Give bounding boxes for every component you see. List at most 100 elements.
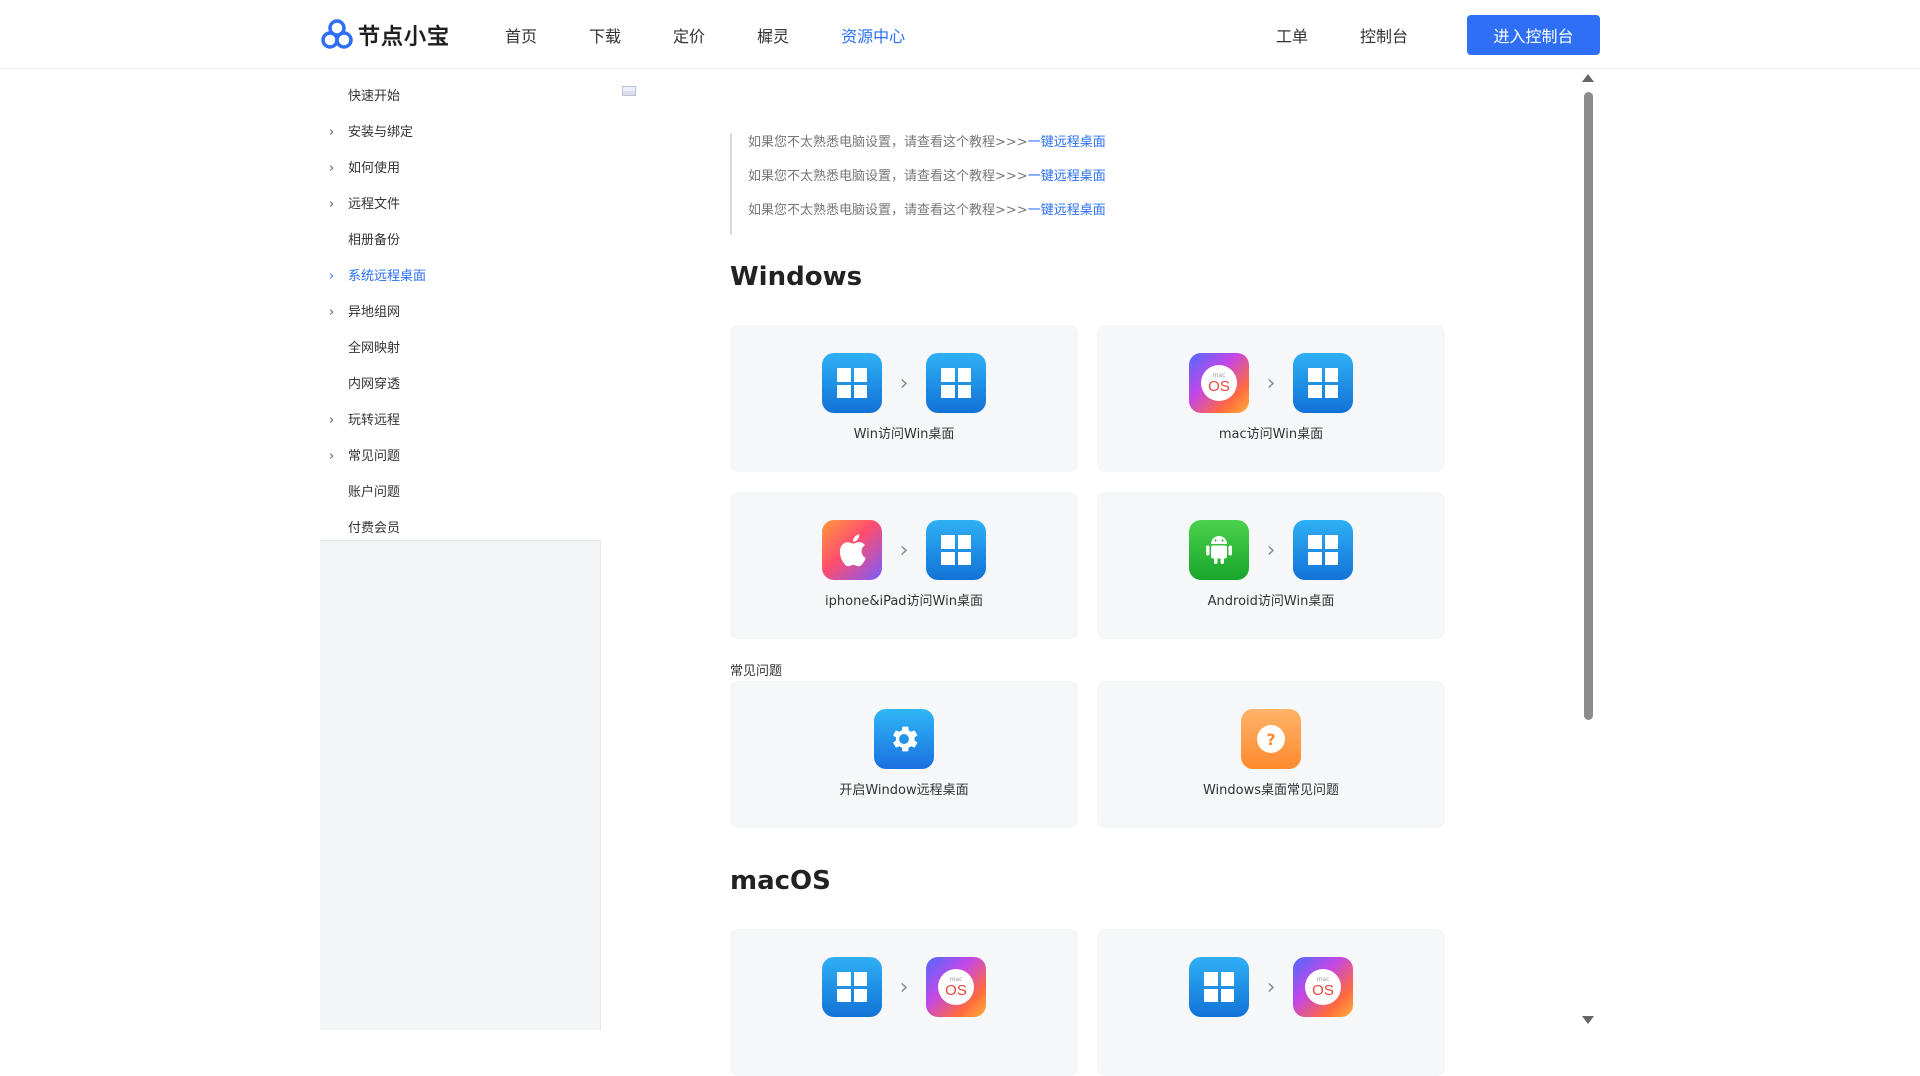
sidebar-item[interactable]: › 安装与绑定 — [320, 115, 601, 151]
one-click-remote-link[interactable]: 一键远程桌面 — [1028, 203, 1106, 218]
sidebar-item-label: 内网穿透 — [348, 377, 401, 392]
windows-icon — [822, 957, 882, 1017]
faq-card[interactable]: 开启Window远程桌面 — [730, 681, 1078, 828]
card-label: Android访问Win桌面 — [1207, 594, 1335, 609]
sidebar-item[interactable]: 相册备份 — [320, 223, 601, 259]
chevron-right-icon: › — [329, 161, 335, 176]
docs-sidebar: 快速开始 › 安装与绑定 › 如何使用 › 远程文件 相册备份 › 系统远程桌面 › 异地组网 全网映射… — [320, 69, 601, 1030]
top-header: 节点小宝 首页 下载 定价 樨灵 资源中心 工单 控制台 进入控制台 — [0, 0, 1920, 69]
card-label: Windows桌面常见问题 — [1202, 783, 1340, 798]
macos-remote-card[interactable]: › mac OS — [1097, 929, 1445, 1076]
chevron-right-icon: › — [899, 370, 909, 396]
windows-icon — [926, 520, 986, 580]
scroll-down-arrow-icon[interactable] — [1582, 1016, 1594, 1024]
faq-card[interactable]: ? Windows桌面常见问题 — [1097, 681, 1445, 828]
chevron-right-icon: › — [329, 125, 335, 140]
sidebar-item[interactable]: › 常见问题 — [320, 439, 601, 475]
scroll-up-arrow-icon[interactable] — [1582, 74, 1594, 82]
windows-remote-card[interactable]: › iphone&iPad访问Win桌面 — [730, 492, 1078, 639]
nav-home[interactable]: 首页 — [505, 23, 537, 47]
sidebar-item[interactable]: › 玩转远程 — [320, 403, 601, 439]
chevron-right-icon: › — [899, 537, 909, 563]
card-icons: mac OS › — [1097, 353, 1445, 413]
sidebar-item[interactable]: 账户问题 — [320, 475, 601, 511]
nav-pricing[interactable]: 定价 — [673, 23, 705, 47]
sidebar-item[interactable]: › 如何使用 — [320, 151, 601, 187]
chevron-right-icon: › — [329, 413, 335, 428]
nav-download[interactable]: 下载 — [589, 23, 621, 47]
logo-text: 节点小宝 — [358, 25, 451, 50]
sidebar-item-label: 常见问题 — [348, 449, 401, 464]
card-icons — [730, 709, 1078, 769]
macos-icon: mac OS — [926, 957, 986, 1017]
sidebar-item[interactable]: › 异地组网 — [320, 295, 601, 331]
sidebar-item-label: 安装与绑定 — [348, 125, 414, 140]
macos-icon: mac OS — [1189, 353, 1249, 413]
chevron-right-icon: › — [329, 305, 335, 320]
sidebar-item-label: 玩转远程 — [348, 413, 401, 428]
nav-resource-center[interactable]: 资源中心 — [841, 23, 905, 47]
macos-heading: macOS — [730, 866, 831, 896]
chevron-right-icon: › — [1266, 974, 1276, 1000]
one-click-remote-link[interactable]: 一键远程桌面 — [1028, 169, 1106, 184]
sidebar-item-label: 全网映射 — [348, 341, 401, 356]
brand-logo[interactable]: 节点小宝 — [320, 18, 450, 52]
tutorial-note: 如果您不太熟悉电脑设置，请查看这个教程>>>一键远程桌面 — [748, 203, 1106, 218]
nav-xiling[interactable]: 樨灵 — [757, 23, 789, 47]
sidebar-item[interactable]: 内网穿透 — [320, 367, 601, 403]
chevron-right-icon: › — [329, 269, 335, 284]
gear-icon — [874, 709, 934, 769]
windows-remote-card[interactable]: › Win访问Win桌面 — [730, 325, 1078, 472]
faq-label: 常见问题 — [730, 664, 783, 679]
card-label: iphone&iPad访问Win桌面 — [825, 594, 983, 609]
sidebar-item-label: 付费会员 — [348, 521, 401, 536]
sidebar-item-label: 账户问题 — [348, 485, 401, 500]
macos-remote-card[interactable]: › mac OS — [730, 929, 1078, 1076]
main-nav: 首页 下载 定价 樨灵 资源中心 — [505, 23, 957, 47]
sidebar-item-label: 系统远程桌面 — [348, 269, 427, 284]
tutorial-note: 如果您不太熟悉电脑设置，请查看这个教程>>>一键远程桌面 — [748, 169, 1106, 184]
windows-icon — [926, 353, 986, 413]
card-icons: › — [730, 353, 1078, 413]
header-right-links: 工单 控制台 — [1276, 23, 1460, 47]
sidebar-item-label: 异地组网 — [348, 305, 401, 320]
android-icon — [1189, 520, 1249, 580]
card-label: 开启Window远程桌面 — [839, 783, 969, 798]
card-icons: ? — [1097, 709, 1445, 769]
windows-remote-card[interactable]: › Android访问Win桌面 — [1097, 492, 1445, 639]
chevron-right-icon: › — [329, 449, 335, 464]
chevron-right-icon: › — [329, 197, 335, 212]
logo-icon — [321, 19, 353, 49]
sidebar-item[interactable]: 付费会员 — [320, 511, 601, 547]
one-click-remote-link[interactable]: 一键远程桌面 — [1028, 135, 1106, 150]
broken-image-icon — [622, 86, 636, 96]
sidebar-item-label: 相册备份 — [348, 233, 401, 248]
sidebar-item-label: 远程文件 — [348, 197, 401, 212]
tutorial-notes: 如果您不太熟悉电脑设置，请查看这个教程>>>一键远程桌面 如果您不太熟悉电脑设置… — [730, 133, 1150, 235]
macos-icon: mac OS — [1293, 957, 1353, 1017]
windows-remote-card[interactable]: mac OS › mac访问Win桌面 — [1097, 325, 1445, 472]
tutorial-note: 如果您不太熟悉电脑设置，请查看这个教程>>>一键远程桌面 — [748, 135, 1106, 150]
windows-icon — [1189, 957, 1249, 1017]
enter-console-button[interactable]: 进入控制台 — [1467, 15, 1600, 55]
sidebar-item[interactable]: › 系统远程桌面 — [320, 259, 601, 295]
scrollbar-thumb[interactable] — [1584, 92, 1593, 720]
card-icons: › mac OS — [1097, 957, 1445, 1017]
windows-icon — [822, 353, 882, 413]
windows-icon — [1293, 520, 1353, 580]
card-label: Win访问Win桌面 — [853, 427, 955, 442]
chevron-right-icon: › — [899, 974, 909, 1000]
chevron-right-icon: › — [1266, 537, 1276, 563]
ticket-link[interactable]: 工单 — [1276, 23, 1308, 47]
windows-heading: Windows — [730, 262, 863, 292]
card-icons: › mac OS — [730, 957, 1078, 1017]
windows-icon — [1293, 353, 1353, 413]
sidebar-item-label: 快速开始 — [348, 89, 401, 104]
console-link[interactable]: 控制台 — [1360, 23, 1408, 47]
sidebar-item[interactable]: › 远程文件 — [320, 187, 601, 223]
card-icons: › — [730, 520, 1078, 580]
sidebar-item[interactable]: 快速开始 — [320, 79, 601, 115]
chevron-right-icon: › — [1266, 370, 1276, 396]
sidebar-item[interactable]: 全网映射 — [320, 331, 601, 367]
apple-icon — [822, 520, 882, 580]
